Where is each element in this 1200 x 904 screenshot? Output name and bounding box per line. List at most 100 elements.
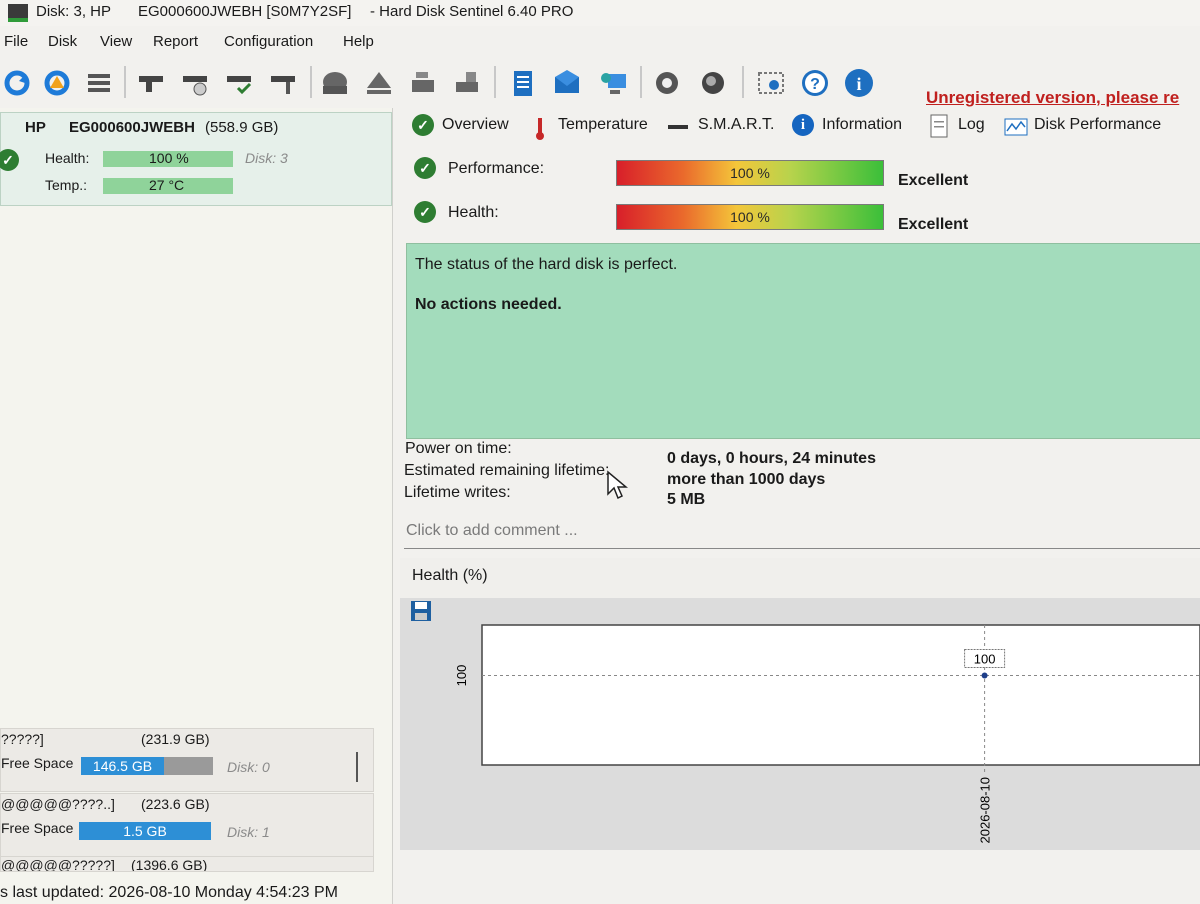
window-app-title: - Hard Disk Sentinel 6.40 PRO — [370, 3, 574, 20]
app-icon — [8, 4, 28, 22]
status-bar: s last updated: 2026-08-10 Monday 4:54:2… — [0, 870, 392, 904]
partition-item[interactable]: ?????] (231.9 GB) Free Space 146.5 GB Di… — [0, 728, 374, 792]
disk-copy-icon[interactable] — [452, 68, 482, 98]
smart-icon — [668, 125, 688, 129]
mouse-cursor-icon — [607, 470, 628, 500]
scrollbar-thumb[interactable] — [356, 752, 358, 782]
overview-tab-icon: ✓ — [412, 114, 434, 136]
menu-configuration[interactable]: Configuration — [224, 33, 313, 50]
disk-clock-icon[interactable] — [180, 68, 210, 98]
tab-disk-performance[interactable]: Disk Performance — [1034, 116, 1161, 134]
health-value: 100 % — [149, 150, 189, 166]
svg-text:i: i — [856, 74, 861, 94]
tab-smart[interactable]: S.M.A.R.T. — [698, 116, 774, 134]
partition-name: ?????] — [1, 731, 44, 747]
health-rating: Excellent — [898, 216, 969, 233]
menu-file[interactable]: File — [4, 33, 28, 50]
health-meter-label: Health: — [448, 204, 499, 221]
refresh-icon[interactable] — [2, 68, 32, 98]
free-space-bar: 1.5 GB — [79, 822, 211, 840]
toolbar-separator — [640, 66, 642, 98]
svg-text:?: ? — [810, 76, 820, 93]
disk-number-tag: Disk: 3 — [245, 150, 288, 166]
alert-sound-icon[interactable] — [698, 68, 728, 98]
free-space-label: Free Space — [1, 755, 74, 771]
disk-icon[interactable] — [136, 68, 166, 98]
comment-placeholder: Click to add comment ... — [406, 522, 578, 539]
free-space-label: Free Space — [1, 820, 74, 836]
settings-icon[interactable] — [652, 68, 682, 98]
report-icon[interactable] — [508, 68, 538, 98]
health-meter-ok-icon: ✓ — [414, 201, 436, 223]
partition-disk-tag: Disk: 1 — [227, 824, 270, 840]
help-icon[interactable]: ? — [800, 68, 830, 98]
tab-information[interactable]: Information — [822, 116, 902, 134]
toolbar-separator — [310, 66, 312, 98]
toolbar-separator — [124, 66, 126, 98]
partition-disk-tag: Disk: 0 — [227, 759, 270, 775]
hdd-icon[interactable] — [320, 68, 350, 98]
last-updated-text: s last updated: 2026-08-10 Monday 4:54:2… — [0, 884, 338, 901]
plot-area — [481, 624, 1200, 766]
lifetime-label: Estimated remaining lifetime: — [404, 462, 610, 479]
menu-report[interactable]: Report — [153, 33, 198, 50]
menu-bar: File Disk View Report Configuration Help — [0, 30, 1200, 56]
tab-temperature[interactable]: Temperature — [558, 116, 648, 134]
info-icon[interactable]: i — [844, 68, 874, 98]
eject-icon[interactable] — [364, 68, 394, 98]
tab-overview[interactable]: Overview — [442, 116, 509, 134]
partition-item[interactable]: @@@@@????..] (223.6 GB) Free Space 1.5 G… — [0, 793, 374, 857]
performance-rating: Excellent — [898, 172, 969, 189]
list-icon[interactable] — [84, 68, 114, 98]
disk-check-icon[interactable] — [224, 68, 254, 98]
thermometer-icon — [536, 118, 544, 140]
x-tick-label: 2026-08-10 — [978, 777, 993, 844]
save-icon[interactable] — [410, 600, 432, 622]
menu-view[interactable]: View — [100, 33, 132, 50]
tab-log[interactable]: Log — [958, 116, 985, 134]
partition-size: (223.6 GB) — [141, 796, 210, 812]
chart-section-title: Health (%) — [412, 567, 488, 584]
data-point — [981, 672, 988, 679]
performance-label: Performance: — [448, 160, 545, 177]
health-chart: 100 2026-08-10 100 — [454, 624, 1200, 844]
power-on-value: 0 days, 0 hours, 24 minutes — [667, 450, 876, 467]
free-space-track: 146.5 GB — [81, 757, 213, 775]
disk-list-item[interactable]: HP EG000600JWEBH (558.9 GB) ✓ Health: 10… — [0, 112, 392, 206]
data-label: 100 — [974, 652, 996, 667]
screenshot-icon[interactable] — [756, 68, 786, 98]
disk-model: EG000600JWEBH — [69, 119, 195, 136]
refresh-warning-icon[interactable] — [42, 68, 72, 98]
lifetime-value: more than 1000 days — [667, 471, 826, 488]
window-disk-label: Disk: 3, HP — [36, 3, 112, 20]
free-space-track: 1.5 GB — [79, 822, 211, 840]
partition-size: (231.9 GB) — [141, 731, 210, 747]
window-model-serial: EG000600JWEBH [S0M7Y2SF] — [138, 3, 352, 20]
chart-header: Health (%) — [400, 558, 1200, 598]
writes-value: 5 MB — [667, 491, 706, 508]
email-icon[interactable] — [552, 68, 582, 98]
writes-label: Lifetime writes: — [404, 484, 511, 501]
unregistered-link[interactable]: Unregistered version, please re — [926, 88, 1179, 108]
health-meter: 100 % — [616, 204, 884, 230]
performance-chart-icon — [1004, 118, 1028, 136]
title-bar: Disk: 3, HP EG000600JWEBH [S0M7Y2SF] - H… — [0, 0, 1200, 26]
menu-help[interactable]: Help — [343, 33, 374, 50]
temp-value: 27 °C — [149, 177, 185, 193]
toolbar-separator — [494, 66, 496, 98]
y-tick-label: 100 — [454, 665, 469, 687]
status-message-box: The status of the hard disk is perfect. … — [406, 243, 1200, 439]
performance-meter: 100 % — [616, 160, 884, 186]
temp-label: Temp.: — [45, 177, 88, 193]
information-tab-icon: i — [792, 114, 814, 136]
network-icon[interactable] — [598, 68, 628, 98]
disk-arrow-icon[interactable] — [408, 68, 438, 98]
free-space-bar: 146.5 GB — [81, 757, 164, 775]
partition-name: @@@@@????..] — [1, 796, 115, 812]
menu-disk[interactable]: Disk — [48, 33, 77, 50]
comment-input[interactable]: Click to add comment ... — [404, 518, 1200, 549]
toolbar-separator — [742, 66, 744, 98]
tab-bar: ✓ Overview Temperature S.M.A.R.T. i Info… — [404, 108, 1200, 148]
log-icon — [930, 114, 948, 138]
disk-tool-icon[interactable] — [268, 68, 298, 98]
